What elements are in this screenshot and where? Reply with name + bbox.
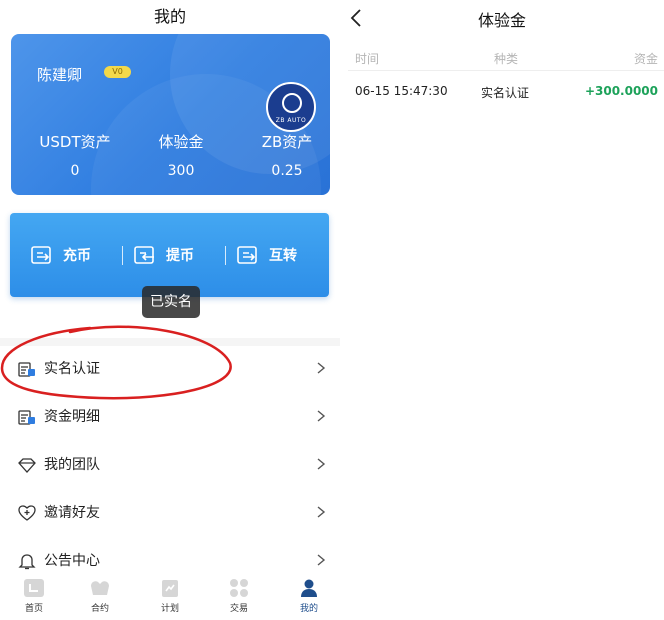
- chevron-right-icon: [317, 410, 326, 422]
- tab-trade[interactable]: 交易: [205, 578, 273, 614]
- divider: [122, 246, 123, 265]
- stat-zb-assets[interactable]: ZB资产 0.25: [234, 131, 330, 179]
- menu-item-label: 实名认证: [44, 361, 100, 377]
- tab-plan[interactable]: 计划: [136, 578, 204, 614]
- stat-trial-fund[interactable]: 体验金 300: [128, 131, 234, 179]
- profile-icon: [301, 579, 317, 597]
- withdraw-button[interactable]: 提币: [134, 243, 194, 267]
- tab-label: 首页: [24, 604, 43, 614]
- announcement-bell-icon: [18, 554, 36, 570]
- tab-contract[interactable]: 合约: [66, 578, 134, 614]
- transfer-label: 互转: [269, 248, 297, 264]
- cell-amount: +300.0000: [584, 84, 658, 98]
- withdraw-label: 提币: [166, 248, 194, 264]
- logo-mark-icon: [282, 93, 302, 113]
- chevron-right-icon: [317, 506, 326, 518]
- contract-icon: [91, 581, 109, 595]
- tab-label: 合约: [90, 604, 109, 614]
- profile-card: 陈建卿 V0 ZB AUTO USDT资产 0 体验金 300 ZB资产 0.2…: [11, 34, 330, 195]
- brand-logo: ZB AUTO: [266, 82, 316, 132]
- page-title: 我的: [153, 7, 186, 26]
- stat-value: 0: [70, 163, 80, 179]
- withdraw-icon: [134, 246, 154, 264]
- cell-time: 06-15 15:47:30: [355, 84, 448, 98]
- bottom-tab-bar: 首页 合约 计划 交易 我的: [0, 574, 340, 620]
- username: 陈建卿: [37, 66, 83, 84]
- cell-type: 实名认证: [481, 86, 530, 100]
- page-title: 体验金: [477, 11, 526, 30]
- tab-label: 计划: [160, 604, 179, 614]
- table-row: 06-15 15:47:30 实名认证 +300.0000: [340, 81, 664, 105]
- chevron-right-icon: [317, 362, 326, 374]
- deposit-button[interactable]: 充币: [31, 243, 91, 267]
- menu-item-my-team[interactable]: 我的团队: [0, 441, 340, 489]
- stat-value: 300: [167, 163, 195, 179]
- column-header-time: 时间: [355, 52, 380, 66]
- menu-item-label: 资金明细: [44, 409, 100, 425]
- trade-icon: [230, 579, 248, 597]
- transfer-button[interactable]: 互转: [237, 243, 297, 267]
- team-icon: [18, 458, 36, 473]
- chevron-right-icon: [317, 458, 326, 470]
- trial-fund-panel: 体验金 时间 种类 资金 06-15 15:47:30 实名认证 +300.00…: [340, 0, 664, 620]
- logo-text: ZB AUTO: [275, 117, 307, 124]
- stat-value: 0.25: [271, 163, 303, 179]
- menu-item-invite-friends[interactable]: 邀请好友: [0, 489, 340, 537]
- column-header-type: 种类: [494, 52, 519, 66]
- stat-label: USDT资产: [39, 133, 111, 151]
- identity-verify-icon: [18, 362, 35, 377]
- menu-item-label: 我的团队: [44, 457, 100, 473]
- deposit-icon: [31, 246, 51, 264]
- chevron-right-icon: [317, 554, 326, 566]
- vip-badge: V0: [104, 66, 131, 78]
- transfer-icon: [237, 246, 257, 264]
- stat-label: 体验金: [158, 133, 204, 151]
- stat-usdt-assets[interactable]: USDT资产 0: [22, 131, 128, 179]
- tab-label: 我的: [299, 604, 318, 614]
- plan-icon: [162, 580, 178, 597]
- menu-item-fund-details[interactable]: 资金明细: [0, 393, 340, 441]
- home-icon: [24, 579, 44, 597]
- menu-item-label: 邀请好友: [44, 505, 100, 521]
- tab-home[interactable]: 首页: [0, 578, 68, 614]
- verified-toast: 已实名: [142, 286, 200, 318]
- my-account-panel: 我的 陈建卿 V0 ZB AUTO USDT资产 0 体验金 300 ZB资产 …: [0, 0, 340, 620]
- invite-friends-icon: [18, 505, 36, 521]
- wallet-actions-card: 充币 提币 互转: [10, 213, 329, 297]
- menu-item-label: 公告中心: [44, 553, 100, 569]
- divider: [225, 246, 226, 265]
- stat-label: ZB资产: [261, 133, 313, 151]
- header-divider: [348, 70, 664, 71]
- fund-details-icon: [18, 410, 35, 425]
- column-header-amount: 资金: [633, 52, 658, 66]
- menu-item-identity-verification[interactable]: 实名认证: [0, 345, 340, 393]
- deposit-label: 充币: [63, 248, 91, 264]
- tab-label: 交易: [229, 604, 248, 614]
- tab-profile[interactable]: 我的: [275, 578, 343, 614]
- table-header: 时间 种类 资金: [340, 48, 664, 68]
